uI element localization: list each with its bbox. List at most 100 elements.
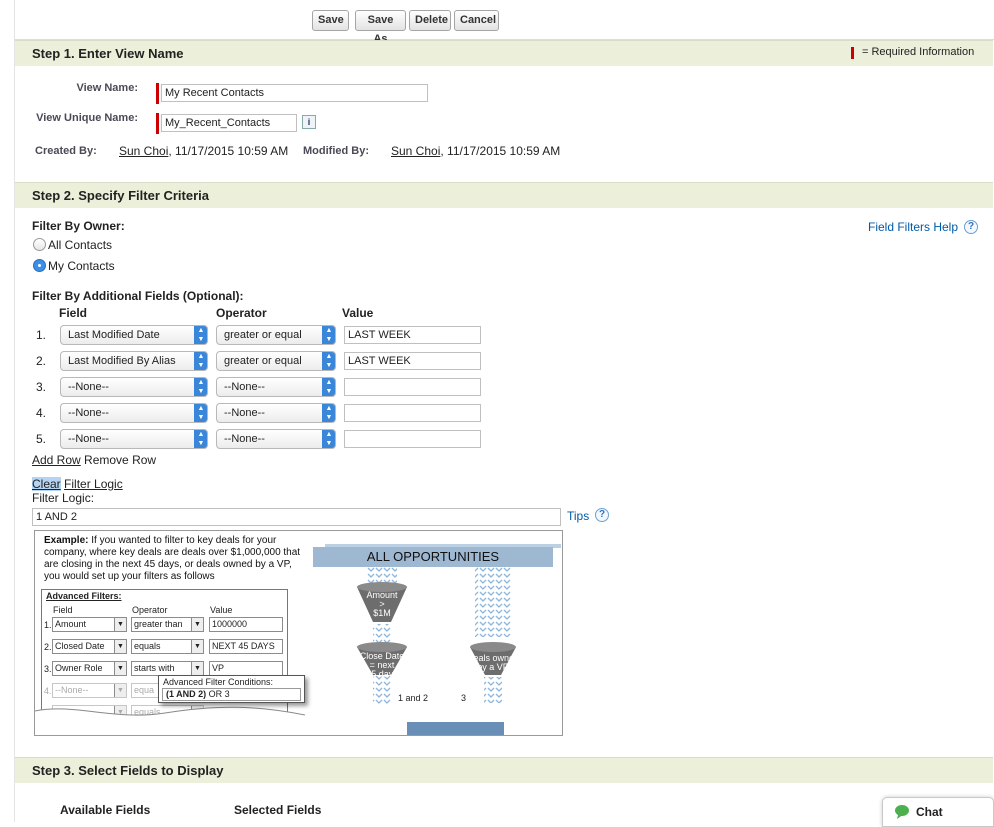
row-4-operator-select[interactable]: --None-- ▲ ▼	[216, 403, 336, 423]
row-3-operator-select[interactable]: --None-- ▲ ▼	[216, 377, 336, 397]
step3-title: Step 3. Select Fields to Display	[32, 763, 224, 778]
modified-by-value: Sun Choi, 11/17/2015 10:59 AM	[391, 144, 560, 158]
chevron-updown-icon: ▲ ▼	[194, 326, 207, 344]
add-row-link[interactable]: Add Row	[32, 453, 81, 467]
row-4-field-select[interactable]: --None-- ▲ ▼	[60, 403, 208, 423]
chevron-down-icon: ▼	[114, 640, 126, 653]
operator-column-header: Operator	[216, 306, 267, 320]
adv-row-1-field: Amount ▼	[52, 617, 127, 632]
step3-header: Step 3. Select Fields to Display	[15, 757, 993, 783]
filter-logic-input[interactable]: 1 AND 2	[32, 508, 561, 526]
row-actions: Add Row Remove Row	[32, 453, 156, 467]
remove-row-link[interactable]: Remove Row	[84, 453, 156, 467]
row-1-operator-select[interactable]: greater or equal ▲ ▼	[216, 325, 336, 345]
tips-link[interactable]: Tips	[567, 509, 589, 523]
chat-widget[interactable]: Chat	[882, 797, 994, 827]
selected-fields-label: Selected Fields	[234, 803, 322, 817]
modified-by-user-link[interactable]: Sun Choi	[391, 144, 440, 158]
radio-my-contacts[interactable]	[33, 259, 46, 272]
adv-row-4-field: --None-- ▼	[52, 683, 127, 698]
row-2-number: 2.	[36, 354, 47, 368]
step1-title: Step 1. Enter View Name	[32, 46, 184, 61]
chevron-down-icon: ▼	[114, 618, 126, 631]
conditions-or: OR 3	[206, 689, 230, 699]
chevron-down-icon: ▼	[191, 640, 203, 653]
row-4-value-input[interactable]	[344, 404, 481, 422]
chevron-updown-icon: ▲ ▼	[194, 378, 207, 396]
view-name-input[interactable]: My Recent Contacts	[161, 84, 428, 102]
clear-filter-logic-link[interactable]: Clear	[32, 477, 61, 491]
row-3-value-input[interactable]	[344, 378, 481, 396]
row-5-operator-select[interactable]: --None-- ▲ ▼	[216, 429, 336, 449]
filter-logic-label: Filter Logic:	[32, 491, 95, 505]
row-5-field-select[interactable]: --None-- ▲ ▼	[60, 429, 208, 449]
info-icon[interactable]: i	[302, 115, 316, 129]
label-3: 3	[461, 693, 467, 703]
row-2-value-input[interactable]: LAST WEEK	[344, 352, 481, 370]
label-1-and-2: 1 and 2	[398, 693, 429, 703]
adv-row-3-field-text: Owner Role	[55, 663, 103, 673]
adv-field-header: Field	[53, 605, 73, 615]
adv-row-2-value: NEXT 45 DAYS	[209, 639, 283, 654]
delete-button[interactable]: Delete	[409, 10, 451, 31]
adv-row-3-field: Owner Role ▼	[52, 661, 127, 676]
adv-row-3-operator-text: starts with	[134, 663, 175, 673]
step2-title: Step 2. Specify Filter Criteria	[32, 188, 210, 203]
adv-row-1-field-text: Amount	[55, 619, 87, 629]
chevron-updown-icon: ▲ ▼	[322, 352, 335, 370]
funnel1-label: Amount > $1M	[357, 591, 407, 618]
my-contacts-label: My Contacts	[48, 259, 115, 273]
view-unique-name-label: View Unique Name:	[36, 112, 138, 124]
row-4-number: 4.	[36, 406, 47, 420]
adv-row-2-operator: equals ▼	[131, 639, 204, 654]
adv-row-2-operator-text: equals	[134, 641, 161, 651]
chevron-updown-icon: ▲ ▼	[322, 378, 335, 396]
radio-all-contacts[interactable]	[33, 238, 46, 251]
chat-bubble-icon	[895, 805, 909, 819]
chevron-down-icon: ▼	[114, 662, 126, 675]
adv-row-3-value: VP	[209, 661, 283, 676]
chevron-down-icon: ▼	[191, 618, 203, 631]
value-column-header: Value	[342, 306, 374, 320]
adv-row-1-operator-text: greater than	[134, 619, 183, 629]
adv-row-1-operator: greater than ▼	[131, 617, 204, 632]
created-by-user-link[interactable]: Sun Choi	[119, 144, 168, 158]
chevron-updown-icon: ▲ ▼	[194, 404, 207, 422]
advanced-filters-title: Advanced Filters:	[46, 591, 122, 601]
help-icon[interactable]: ?	[964, 220, 978, 234]
row-3-field-value: --None--	[68, 381, 109, 393]
row-5-field-value: --None--	[68, 433, 109, 445]
row-5-operator-value: --None--	[224, 433, 265, 445]
row-2-field-select[interactable]: Last Modified By Alias ▲ ▼	[60, 351, 208, 371]
field-column-header: Field	[59, 306, 88, 320]
adv-value-header: Value	[210, 605, 233, 615]
funnel3-label: Deals owned by a VP	[465, 654, 521, 672]
row-3-field-select[interactable]: --None-- ▲ ▼	[60, 377, 208, 397]
created-by-value: Sun Choi, 11/17/2015 10:59 AM	[119, 144, 288, 158]
row-5-value-input[interactable]	[344, 430, 481, 448]
cancel-button[interactable]: Cancel	[454, 10, 499, 31]
created-by-label: Created By:	[35, 145, 97, 157]
funnel3-line2: by a VP	[477, 662, 509, 672]
row-1-value-input[interactable]: LAST WEEK	[344, 326, 481, 344]
example-bold: Example:	[44, 535, 89, 546]
chevron-updown-icon: ▲ ▼	[322, 430, 335, 448]
available-fields-label: Available Fields	[60, 803, 151, 817]
row-1-operator-value: greater or equal	[224, 329, 302, 341]
row-2-operator-select[interactable]: greater or equal ▲ ▼	[216, 351, 336, 371]
adv-row-4-num: 4.	[44, 686, 52, 696]
example-text: Example: If you wanted to filter to key …	[44, 535, 306, 583]
filter-logic-link[interactable]: Filter Logic	[64, 477, 123, 491]
row-2-operator-value: greater or equal	[224, 355, 302, 367]
all-contacts-label: All Contacts	[48, 238, 113, 252]
field-filters-help-link[interactable]: Field Filters Help	[868, 220, 958, 234]
row-1-field-select[interactable]: Last Modified Date ▲ ▼	[60, 325, 208, 345]
adv-row-2-num: 2.	[44, 642, 52, 652]
save-button[interactable]: Save	[312, 10, 349, 31]
adv-row-3-operator: starts with ▼	[131, 661, 204, 676]
chat-label: Chat	[916, 805, 943, 819]
save-as-button[interactable]: Save As	[355, 10, 406, 45]
view-unique-name-input[interactable]: My_Recent_Contacts	[161, 114, 297, 132]
torn-edge-decoration	[35, 706, 305, 735]
tips-help-icon[interactable]: ?	[595, 508, 609, 522]
